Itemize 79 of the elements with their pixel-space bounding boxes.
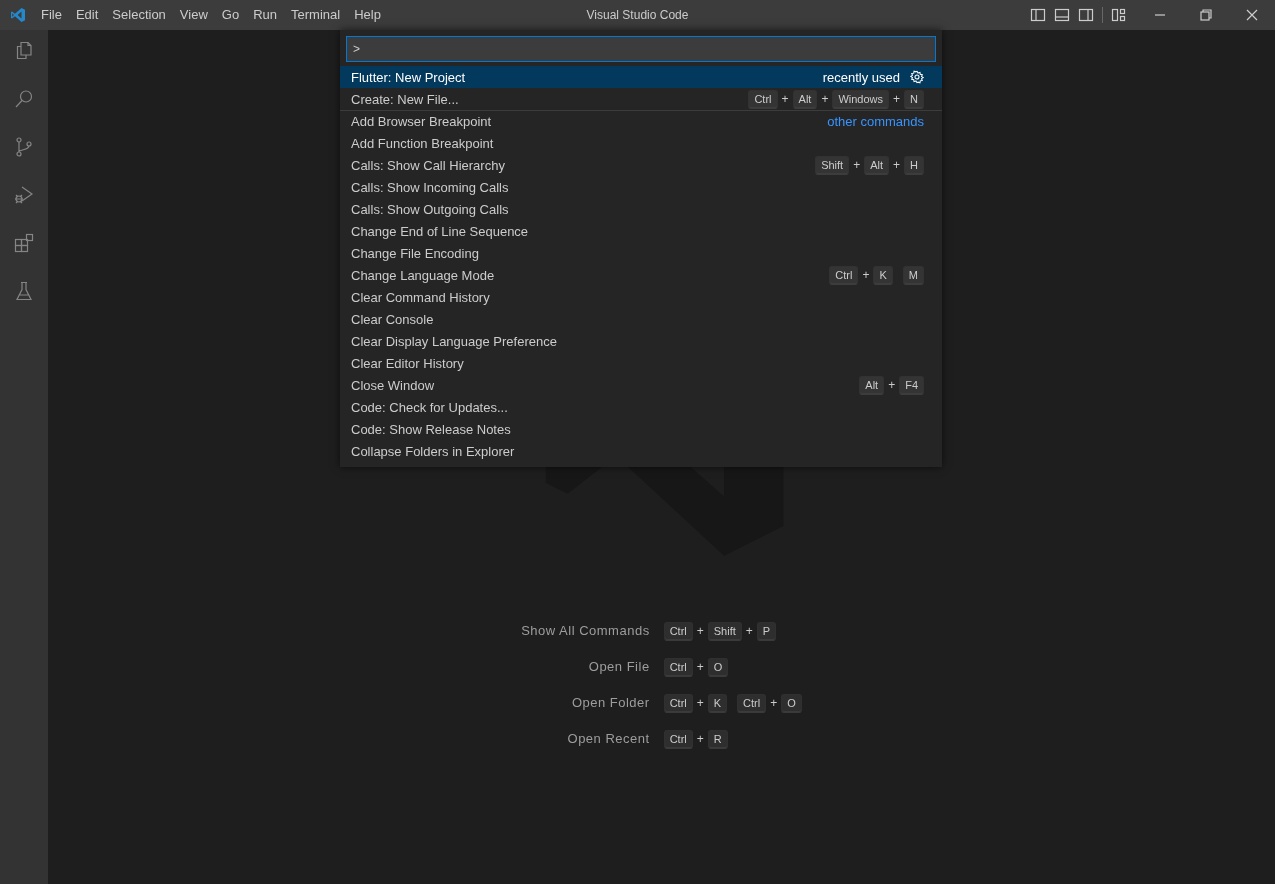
window-title: Visual Studio Code bbox=[586, 8, 689, 22]
key-cap: Windows bbox=[832, 89, 890, 109]
command-item[interactable]: Code: Show Release Notes bbox=[340, 418, 942, 440]
command-item[interactable]: Code: Check for Updates... bbox=[340, 396, 942, 418]
plus-sign: + bbox=[888, 378, 896, 392]
key-cap: R bbox=[707, 729, 728, 749]
key-cap: Ctrl bbox=[663, 657, 693, 677]
key-cap: P bbox=[756, 621, 777, 641]
key-cap: Alt bbox=[864, 155, 890, 175]
close-icon[interactable] bbox=[1244, 7, 1260, 23]
plus-sign: + bbox=[853, 158, 861, 172]
key-cap: Ctrl bbox=[829, 265, 859, 285]
key-cap: Shift bbox=[815, 155, 850, 175]
command-item[interactable]: Calls: Show Call Hierarchy Shift + Alt + H bbox=[340, 154, 942, 176]
plus-sign: + bbox=[696, 624, 704, 638]
menu-item[interactable]: Edit bbox=[68, 0, 106, 30]
key-cap: H bbox=[904, 155, 924, 175]
shortcut-label[interactable]: Open File bbox=[521, 656, 650, 678]
plus-sign: + bbox=[745, 624, 753, 638]
command-item[interactable]: Calls: Show Outgoing Calls bbox=[340, 198, 942, 220]
menu-item[interactable]: File bbox=[34, 0, 69, 30]
menu-item[interactable]: View bbox=[172, 0, 215, 30]
key-cap: M bbox=[902, 265, 924, 285]
panel-layout-icon[interactable] bbox=[1054, 7, 1070, 23]
key-cap: Alt bbox=[859, 375, 885, 395]
plus-sign: + bbox=[770, 696, 778, 710]
key-cap: Ctrl bbox=[663, 693, 693, 713]
key-cap: Ctrl bbox=[748, 89, 778, 109]
plus-sign: + bbox=[893, 158, 901, 172]
menu-item[interactable]: Selection bbox=[105, 0, 173, 30]
menu-item[interactable]: Terminal bbox=[284, 0, 348, 30]
plus-sign: + bbox=[696, 696, 704, 710]
command-item[interactable]: Flutter: New Project recently used bbox=[340, 66, 942, 88]
key-cap: Ctrl bbox=[737, 693, 767, 713]
command-item[interactable]: Change File Encoding bbox=[340, 242, 942, 264]
menu-item[interactable]: Help bbox=[347, 0, 388, 30]
plus-sign: + bbox=[696, 732, 704, 746]
plus-sign: + bbox=[781, 92, 789, 106]
restore-icon[interactable] bbox=[1198, 7, 1214, 23]
command-item[interactable]: Collapse Folders in Explorer bbox=[340, 440, 942, 462]
menu-item[interactable]: Go bbox=[214, 0, 247, 30]
command-item[interactable]: Clear Display Language Preference bbox=[340, 330, 942, 352]
key-cap: O bbox=[781, 693, 802, 713]
key-cap: Ctrl bbox=[663, 621, 693, 641]
shortcut-label[interactable]: Open Recent bbox=[521, 728, 650, 750]
command-item[interactable]: Close Window Alt + F4 bbox=[340, 374, 942, 396]
plus-sign: + bbox=[821, 92, 829, 106]
group-label: other commands bbox=[827, 114, 924, 129]
extensions-icon[interactable] bbox=[12, 231, 36, 255]
shortcut-label[interactable]: Show All Commands bbox=[521, 620, 650, 642]
sidebar-layout-icon[interactable] bbox=[1030, 7, 1046, 23]
command-input-field[interactable]: > bbox=[346, 36, 936, 62]
customize-layout-icon[interactable] bbox=[1111, 7, 1127, 23]
shortcut-label[interactable]: Open Folder bbox=[521, 692, 650, 714]
key-cap: O bbox=[707, 657, 729, 677]
command-item[interactable]: Add Browser Breakpoint other commands bbox=[340, 110, 942, 132]
command-item[interactable]: Calls: Show Incoming Calls bbox=[340, 176, 942, 198]
plus-sign: + bbox=[893, 92, 901, 106]
menu-item[interactable]: Run bbox=[246, 0, 284, 30]
command-item[interactable]: Add Function Breakpoint bbox=[340, 132, 942, 154]
command-item[interactable]: Change End of Line Sequence bbox=[340, 220, 942, 242]
key-cap: Shift bbox=[707, 621, 742, 641]
command-item[interactable]: Change Language Mode Ctrl + K M bbox=[340, 264, 942, 286]
command-item[interactable]: Clear Console bbox=[340, 308, 942, 330]
app-logo-icon bbox=[10, 7, 26, 23]
key-cap: N bbox=[904, 89, 924, 109]
key-cap: F4 bbox=[899, 375, 924, 395]
command-item[interactable]: Create: New File... Ctrl + Alt + Windows + N bbox=[340, 88, 942, 110]
key-cap: K bbox=[707, 693, 728, 713]
command-item[interactable]: Clear Editor History bbox=[340, 352, 942, 374]
key-cap: Alt bbox=[792, 89, 818, 109]
key-cap: K bbox=[873, 265, 893, 285]
group-label: recently used bbox=[822, 69, 900, 85]
secondary-sidebar-icon[interactable] bbox=[1078, 7, 1094, 23]
command-item[interactable]: Clear Command History bbox=[340, 286, 942, 308]
key-cap: Ctrl bbox=[663, 729, 693, 749]
gear-icon[interactable] bbox=[910, 70, 924, 84]
plus-sign: + bbox=[696, 660, 704, 674]
plus-sign: + bbox=[862, 268, 870, 282]
